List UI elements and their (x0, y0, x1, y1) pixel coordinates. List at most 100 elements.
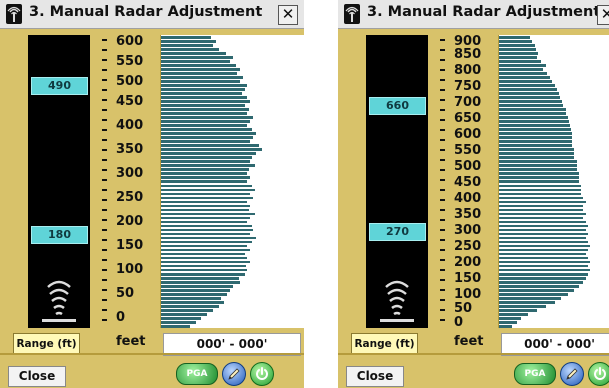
histogram-bar (499, 68, 543, 71)
histogram-bar (161, 320, 196, 324)
close-button[interactable]: Close (346, 366, 404, 387)
axis-unit-label: feet (116, 334, 146, 349)
lower-range-marker[interactable]: 180 (31, 226, 88, 244)
edit-button[interactable] (222, 362, 246, 386)
axis-tick-mark (440, 49, 445, 51)
histogram-bar (499, 276, 586, 280)
histogram-bar (499, 204, 583, 208)
histogram-bar (161, 264, 246, 268)
histogram-bar (499, 112, 566, 115)
histogram-bar (161, 116, 253, 119)
axis-tick-mark (102, 129, 107, 131)
histogram-bar (499, 228, 586, 232)
histogram-bar (161, 212, 255, 216)
histogram-bar (499, 148, 574, 152)
upper-range-marker[interactable]: 660 (369, 97, 426, 115)
divider (0, 353, 304, 355)
histogram-bar (161, 256, 247, 260)
axis-tick-label: 400 (454, 191, 482, 206)
axis-tick-label: 250 (116, 190, 144, 205)
histogram-bar (161, 80, 240, 83)
radar-adjustment-window-1: 3. Manual Radar Adjustment ✕ 490 180 Ran… (0, 0, 304, 388)
axis-tick-label: 850 (454, 47, 482, 62)
axis-tick-mark (102, 319, 107, 321)
histogram-bar (499, 324, 512, 328)
pga-button[interactable]: PGA (514, 363, 556, 385)
axis-tick-mark (440, 269, 445, 271)
histogram-bar (161, 84, 247, 87)
axis-tick-label: 650 (454, 111, 482, 126)
axis-tick-mark (102, 59, 107, 61)
histogram-bar (499, 192, 581, 196)
histogram-bar (161, 172, 247, 176)
axis-tick-mark (102, 159, 107, 161)
histogram-bar (161, 180, 247, 184)
axis-tick-label: 450 (454, 175, 482, 190)
histogram-bar (499, 160, 577, 164)
axis-tick-label: 150 (454, 271, 482, 286)
power-button[interactable] (250, 362, 274, 386)
lower-range-marker[interactable]: 270 (369, 223, 426, 241)
histogram-bar (499, 108, 566, 111)
range-ft-button[interactable]: Range (ft) (351, 333, 418, 355)
close-window-button[interactable]: ✕ (597, 5, 609, 25)
histogram-bar (499, 152, 574, 156)
axis-tick-mark (440, 69, 445, 71)
close-window-button[interactable]: ✕ (278, 5, 298, 25)
axis-tick-mark (440, 39, 445, 41)
power-button[interactable] (588, 362, 609, 386)
depth-axis: 900 850 800 750 700 650 600 550 500 450 … (438, 35, 496, 329)
histogram-bar (161, 252, 245, 256)
axis-tick-label: 550 (454, 143, 482, 158)
axis-tick-label: 150 (116, 238, 144, 253)
histogram-bar (499, 100, 562, 103)
histogram-bar (161, 192, 250, 196)
histogram-bar (499, 304, 546, 308)
axis-tick-label: 350 (454, 207, 482, 222)
title-bar: 3. Manual Radar Adjustment ✕ (0, 0, 304, 29)
histogram-bar (161, 44, 213, 47)
close-button[interactable]: Close (8, 366, 66, 387)
histogram-bar (499, 120, 569, 123)
histogram-bar (161, 148, 262, 152)
histogram-bar (161, 164, 255, 168)
sonar-histogram[interactable] (160, 35, 304, 328)
axis-tick-label: 600 (454, 127, 482, 142)
histogram-bar (499, 236, 586, 240)
pga-button[interactable]: PGA (176, 363, 218, 385)
radar-adjustment-window-2: 3. Manual Radar Adjustment ✕ 660 270 Ran… (338, 0, 609, 388)
axis-tick-mark (440, 209, 445, 211)
histogram-bar (499, 244, 590, 248)
histogram-bar (161, 104, 245, 107)
axis-tick-mark (102, 189, 107, 191)
axis-tick-label: 50 (116, 286, 135, 301)
range-ft-button[interactable]: Range (ft) (13, 333, 80, 355)
histogram-bar (499, 296, 561, 300)
axis-tick-mark (102, 89, 107, 91)
histogram-bar (499, 64, 546, 67)
axis-tick-label: 300 (454, 223, 482, 238)
histogram-bar (499, 300, 555, 304)
axis-tick-mark (440, 219, 445, 221)
edit-button[interactable] (560, 362, 584, 386)
axis-tick-mark (102, 219, 107, 221)
sonar-histogram[interactable] (498, 35, 609, 328)
axis-tick-label: 200 (116, 214, 144, 229)
axis-tick-mark (102, 289, 107, 291)
axis-unit-label: feet (454, 334, 484, 349)
histogram-bar (161, 124, 247, 127)
histogram-bar (161, 248, 250, 252)
histogram-bar (499, 44, 535, 47)
histogram-bar (161, 96, 247, 99)
histogram-bar (499, 144, 572, 148)
axis-tick-mark (440, 149, 445, 151)
histogram-bar (161, 244, 247, 248)
range-ruler[interactable]: 660 270 (366, 35, 428, 328)
range-ruler[interactable]: 490 180 (28, 35, 90, 328)
histogram-bar (161, 284, 233, 288)
upper-range-marker[interactable]: 490 (31, 77, 88, 95)
axis-tick-mark (102, 149, 107, 151)
axis-tick-label: 500 (116, 74, 144, 89)
axis-tick-mark (102, 249, 107, 251)
axis-tick-mark (102, 209, 107, 211)
